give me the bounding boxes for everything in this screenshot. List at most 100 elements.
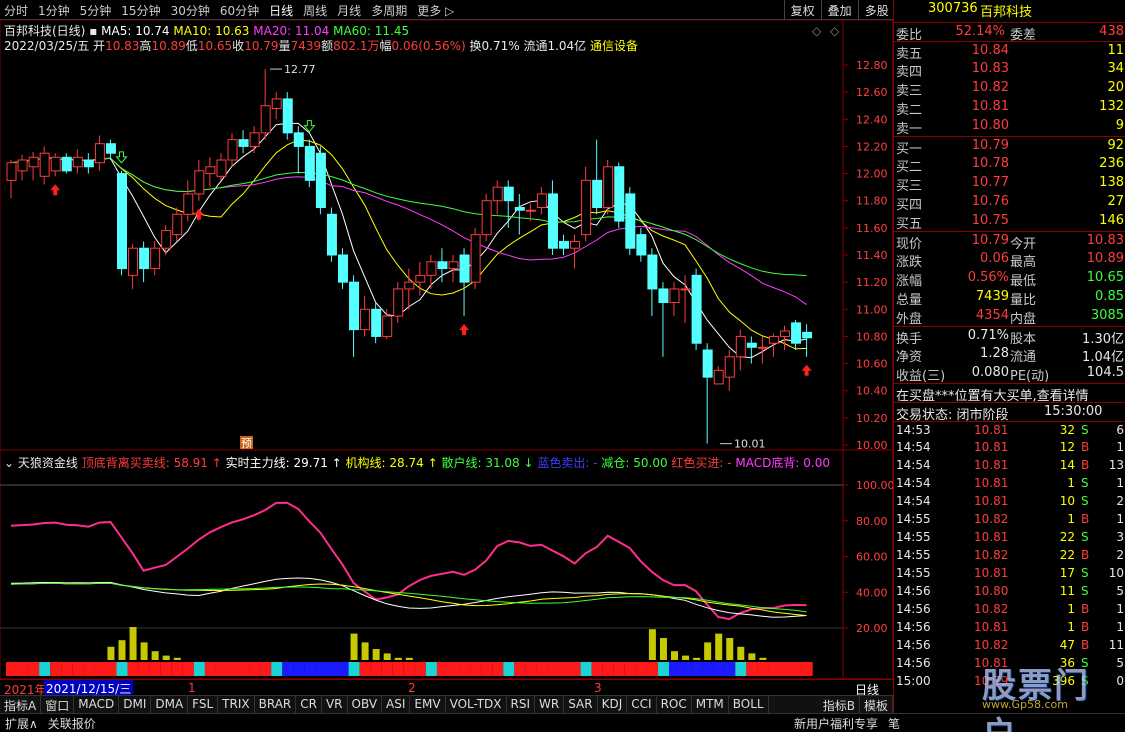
indicator-tab-14[interactable]: RSI — [507, 696, 536, 713]
indicator-tab-19[interactable]: ROC — [657, 696, 692, 713]
period-tab-4[interactable]: 30分钟 — [171, 2, 210, 19]
diamond-icon[interactable]: ◇ — [812, 24, 822, 38]
tick-row: 14:54 10.81 10 S 2 — [894, 493, 1125, 511]
indicator-menu-icon[interactable]: ⌄ — [4, 456, 14, 470]
indicator-tab-7[interactable]: BRAR — [255, 696, 297, 713]
signal-strip-cell — [72, 662, 84, 676]
stat-label2-3: 量比 — [1010, 293, 1037, 308]
indicator-tab-8[interactable]: CR — [296, 696, 322, 713]
signal-strip-cell — [470, 662, 482, 676]
signal-strip-cell — [713, 662, 725, 676]
diamond-icon-2[interactable]: ◇ — [830, 24, 840, 38]
indicator-tab-18[interactable]: CCI — [627, 696, 657, 713]
stat-label2-4: 内盘 — [1010, 312, 1037, 327]
candle-body — [404, 281, 415, 290]
signal-strip-cell — [724, 662, 736, 676]
indicator-tab-4[interactable]: DMA — [151, 696, 189, 713]
indicator-bar — [648, 629, 656, 660]
ohlc-value-3: 10.79 — [244, 39, 279, 53]
tool-button-1[interactable]: 叠加 — [820, 0, 858, 20]
quote-row: 卖三 10.82 20 — [894, 79, 1125, 99]
signal-strip-cell — [547, 662, 559, 676]
indicator-tab-right-1[interactable]: 模板 — [860, 696, 893, 713]
tick-side: S — [1081, 530, 1089, 544]
indicator-tab-6[interactable]: TRIX — [218, 696, 255, 713]
tick-count: 1 — [1116, 620, 1124, 634]
indicator-tab-9[interactable]: VR — [322, 696, 348, 713]
tool-button-0[interactable]: 复权 — [783, 0, 821, 20]
period-tab-9[interactable]: 多周期 — [371, 2, 407, 19]
candle-body — [459, 254, 470, 283]
tick-price: 10.82 — [974, 548, 1009, 562]
indicator-tab-11[interactable]: ASI — [382, 696, 411, 713]
tick-volume: 1 — [1067, 512, 1075, 526]
indicator-tab-15[interactable]: WR — [535, 696, 565, 713]
indicator-tab-13[interactable]: VOL-TDX — [446, 696, 507, 713]
ohlc-value-4: 7439 — [290, 39, 322, 53]
indicator-tab-10[interactable]: OBV — [348, 696, 383, 713]
indicator-bar — [704, 642, 712, 660]
candle — [768, 333, 779, 357]
signal-strip-cell — [702, 662, 714, 676]
indicator-tab-1[interactable]: 窗口 — [41, 696, 75, 713]
indicator-tab-5[interactable]: FSL — [188, 696, 219, 713]
candle — [570, 234, 581, 269]
period-tab-7[interactable]: 周线 — [303, 2, 327, 19]
period-tab-0[interactable]: 分时 — [4, 2, 28, 19]
candle — [50, 153, 61, 177]
chart-frame — [0, 20, 893, 679]
candle — [205, 157, 216, 188]
candle — [470, 227, 481, 289]
bottom-right-1[interactable]: 笔 — [883, 714, 905, 732]
tick-count: 6 — [1116, 423, 1124, 437]
tick-volume: 1 — [1067, 476, 1075, 490]
period-tab-3[interactable]: 15分钟 — [121, 2, 160, 19]
indicator-item-1: 实时主力线: 29.71 ↑ — [221, 456, 342, 470]
tick-row: 14:55 10.82 1 B 1 — [894, 511, 1125, 529]
bottom-link-1[interactable]: 关联报价 — [43, 714, 101, 732]
indicator-tab-20[interactable]: MTM — [692, 696, 729, 713]
signal-strip-cell — [403, 662, 415, 676]
indicator-tab-16[interactable]: SAR — [564, 696, 598, 713]
tick-price: 10.81 — [974, 494, 1009, 508]
candle — [415, 261, 426, 296]
tool-button-2[interactable]: 多股 — [857, 0, 895, 20]
indicator-tab-2[interactable]: MACD — [74, 696, 120, 713]
period-tab-8[interactable]: 月线 — [337, 2, 361, 19]
signal-strip-cell — [558, 662, 570, 676]
ma-label-1: MA10: 10.63 — [173, 24, 254, 38]
candle — [172, 207, 183, 242]
period-tab-5[interactable]: 60分钟 — [220, 2, 259, 19]
period-tab-1[interactable]: 1分钟 — [38, 2, 70, 19]
tick-price: 10.81 — [974, 476, 1009, 490]
candle — [603, 160, 614, 215]
bottom-right-0[interactable]: 新用户福利专享 — [789, 714, 883, 732]
ma-label-2: MA20: 11.04 — [253, 24, 334, 38]
candle-body — [625, 193, 636, 249]
ma-menu-icon[interactable]: ▪ — [89, 24, 101, 38]
chart-area[interactable]: ◇ ◇ 12.80 12.60 12.40 12.20 12.00 11.80 11.60 11.… — [0, 20, 893, 679]
period-tab-6[interactable]: 日线 — [269, 2, 293, 19]
indicator-tab-0[interactable]: 指标A — [0, 696, 42, 713]
kline-chart[interactable]: ◇ ◇ 12.80 12.60 12.40 12.20 12.00 11.80 11.60 11.… — [0, 20, 893, 679]
quote-row[interactable]: 在买盘***位置有大买单,查看详情 — [894, 383, 1125, 404]
indicator-tab-21[interactable]: BOLL — [729, 696, 769, 713]
stat-label-4: 外盘 — [896, 312, 923, 327]
signal-strip-cell — [646, 662, 658, 676]
indicator-tab-right-0[interactable]: 指标B — [819, 696, 860, 713]
period-tab-10[interactable]: 更多 ▷ — [417, 2, 454, 19]
period-tab-2[interactable]: 5分钟 — [80, 2, 112, 19]
indicator-tab-3[interactable]: DMI — [119, 696, 152, 713]
sector-link[interactable]: 通信设备 — [590, 39, 638, 53]
bid-price-3: 10.76 — [971, 194, 1009, 209]
candle — [117, 170, 127, 276]
ind-tick-label-1: 80.00 — [856, 515, 888, 528]
bottom-link-0[interactable]: 扩展∧ — [0, 714, 43, 732]
indicator-title[interactable]: 天狼资金线 — [18, 456, 78, 470]
indicator-tab-12[interactable]: EMV — [410, 696, 446, 713]
indicator-tab-17[interactable]: KDJ — [598, 696, 628, 713]
candle-body — [702, 349, 713, 378]
indicator-item-3: 散户线: 31.08 ↓ — [437, 456, 534, 470]
y-tick-label-4: 12.00 — [856, 168, 888, 181]
y-tick-label-9: 11.00 — [856, 303, 888, 316]
